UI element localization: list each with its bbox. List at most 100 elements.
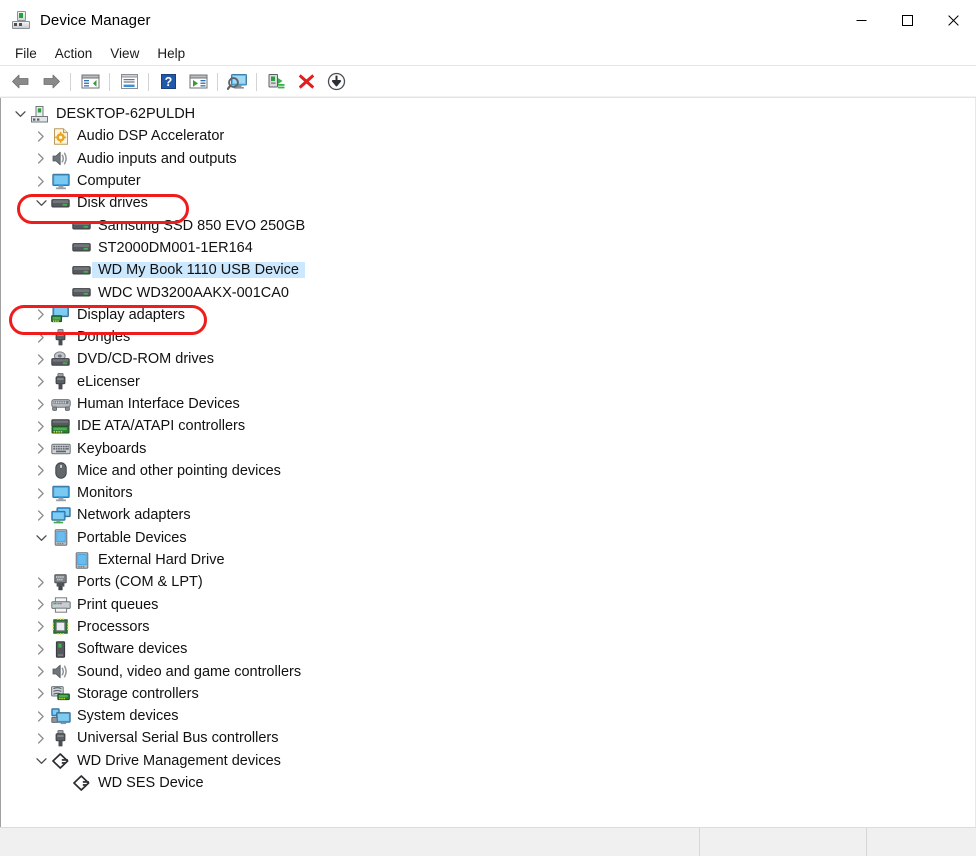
toolbar-separator-2 bbox=[109, 72, 110, 91]
chevron-right-icon[interactable] bbox=[32, 175, 50, 187]
speaker-icon bbox=[50, 150, 71, 167]
tree-item[interactable]: Display adapters bbox=[1, 304, 975, 326]
tree-item[interactable]: Universal Serial Bus controllers bbox=[1, 727, 975, 749]
disk-drive-icon bbox=[71, 241, 92, 254]
chevron-right-icon[interactable] bbox=[32, 666, 50, 677]
chevron-right-icon[interactable] bbox=[32, 398, 50, 410]
chevron-right-icon[interactable] bbox=[32, 711, 50, 722]
chevron-right-icon[interactable] bbox=[32, 599, 50, 610]
tree-item[interactable]: WD My Book 1110 USB Device bbox=[1, 259, 975, 281]
keyboard-icon bbox=[50, 443, 71, 455]
tree-item[interactable]: Keyboards bbox=[1, 437, 975, 459]
wd-device-icon bbox=[71, 775, 92, 791]
forward-button[interactable] bbox=[36, 69, 66, 95]
tree-item[interactable]: Human Interface Devices bbox=[1, 393, 975, 415]
tree-item-label: Disk drives bbox=[77, 195, 148, 212]
menu-help[interactable]: Help bbox=[148, 43, 194, 64]
tree-item[interactable]: eLicenser bbox=[1, 371, 975, 393]
tree-item-label: Monitors bbox=[77, 485, 133, 502]
disk-drive-icon bbox=[71, 264, 92, 277]
tree-item[interactable]: External Hard Drive bbox=[1, 549, 975, 571]
chevron-right-icon[interactable] bbox=[32, 510, 50, 521]
tree-item[interactable]: Software devices bbox=[1, 638, 975, 660]
menu-view[interactable]: View bbox=[101, 43, 148, 64]
tree-item[interactable]: Ports (COM & LPT) bbox=[1, 571, 975, 593]
tree-item-label: Print queues bbox=[77, 596, 159, 613]
show-hide-console-tree-button[interactable] bbox=[75, 69, 105, 95]
tree-item-label: Dongles bbox=[77, 329, 131, 346]
chevron-right-icon[interactable] bbox=[32, 621, 50, 633]
ide-controller-icon bbox=[50, 419, 71, 434]
tree-item[interactable]: DVD/CD-ROM drives bbox=[1, 348, 975, 370]
tree-item[interactable]: Audio DSP Accelerator bbox=[1, 125, 975, 147]
tree-item[interactable]: WD Drive Management devices bbox=[1, 750, 975, 772]
tree-item[interactable]: Portable Devices bbox=[1, 527, 975, 549]
tree-item-label: Audio DSP Accelerator bbox=[77, 128, 225, 145]
properties-button[interactable] bbox=[114, 69, 144, 95]
chevron-down-icon[interactable] bbox=[11, 110, 29, 118]
chevron-right-icon[interactable] bbox=[32, 309, 50, 320]
minimize-button[interactable] bbox=[838, 0, 884, 40]
close-button[interactable] bbox=[930, 0, 976, 40]
chevron-right-icon[interactable] bbox=[32, 465, 50, 477]
tree-item[interactable]: Disk drives bbox=[1, 192, 975, 214]
tree-item-label: IDE ATA/ATAPI controllers bbox=[77, 418, 246, 435]
processor-chip-icon bbox=[50, 618, 71, 636]
chevron-right-icon[interactable] bbox=[32, 354, 50, 365]
tree-item[interactable]: Storage controllers bbox=[1, 683, 975, 705]
tree-item[interactable]: Samsung SSD 850 EVO 250GB bbox=[1, 214, 975, 236]
tree-item-label: Keyboards bbox=[77, 440, 147, 457]
tree-item[interactable]: Sound, video and game controllers bbox=[1, 660, 975, 682]
tree-item[interactable]: IDE ATA/ATAPI controllers bbox=[1, 415, 975, 437]
tree-item[interactable]: Audio inputs and outputs bbox=[1, 148, 975, 170]
chevron-right-icon[interactable] bbox=[32, 421, 50, 432]
disable-device-button[interactable] bbox=[321, 69, 351, 95]
tree-item-label: Display adapters bbox=[77, 306, 185, 323]
chevron-down-icon[interactable] bbox=[32, 757, 50, 765]
tree-item[interactable]: Mice and other pointing devices bbox=[1, 460, 975, 482]
tree-item[interactable]: System devices bbox=[1, 705, 975, 727]
scan-for-hardware-changes-button[interactable] bbox=[222, 69, 252, 95]
tree-item-label: Portable Devices bbox=[77, 529, 187, 546]
chevron-right-icon[interactable] bbox=[32, 153, 50, 164]
optical-drive-icon bbox=[50, 351, 71, 367]
chevron-right-icon[interactable] bbox=[32, 131, 50, 142]
back-button[interactable] bbox=[6, 69, 36, 95]
tree-item[interactable]: WDC WD3200AAKX-001CA0 bbox=[1, 281, 975, 303]
tree-item[interactable]: ST2000DM001-1ER164 bbox=[1, 237, 975, 259]
tree-item[interactable]: Computer bbox=[1, 170, 975, 192]
disk-drive-icon bbox=[50, 197, 71, 210]
chevron-right-icon[interactable] bbox=[32, 376, 50, 387]
tree-item[interactable]: WD SES Device bbox=[1, 772, 975, 794]
uninstall-device-button[interactable] bbox=[291, 69, 321, 95]
chevron-right-icon[interactable] bbox=[32, 488, 50, 499]
tree-item[interactable]: Monitors bbox=[1, 482, 975, 504]
tree-item[interactable]: Processors bbox=[1, 616, 975, 638]
tree-item[interactable]: Dongles bbox=[1, 326, 975, 348]
chevron-right-icon[interactable] bbox=[32, 733, 50, 744]
chevron-down-icon[interactable] bbox=[32, 199, 50, 207]
tree-item-label: Audio inputs and outputs bbox=[77, 150, 237, 167]
scan-hardware-icon bbox=[226, 73, 248, 91]
status-bar bbox=[0, 827, 976, 856]
device-tree-pane: DESKTOP-62PULDH Audio DSP Accelerator Au… bbox=[0, 98, 976, 827]
tree-item[interactable]: Network adapters bbox=[1, 504, 975, 526]
tree-item[interactable]: DESKTOP-62PULDH bbox=[1, 103, 975, 125]
status-pane-main bbox=[0, 828, 700, 856]
chevron-right-icon[interactable] bbox=[32, 443, 50, 454]
update-driver-button[interactable] bbox=[183, 69, 213, 95]
chevron-down-icon[interactable] bbox=[32, 534, 50, 542]
tree-item[interactable]: Print queues bbox=[1, 594, 975, 616]
menu-file[interactable]: File bbox=[6, 43, 46, 64]
back-arrow-icon bbox=[11, 73, 31, 90]
help-button[interactable]: ? bbox=[153, 69, 183, 95]
chevron-right-icon[interactable] bbox=[32, 644, 50, 655]
maximize-button[interactable] bbox=[884, 0, 930, 40]
device-tree[interactable]: DESKTOP-62PULDH Audio DSP Accelerator Au… bbox=[1, 98, 975, 827]
chevron-right-icon[interactable] bbox=[32, 331, 50, 343]
enable-device-button[interactable] bbox=[261, 69, 291, 95]
menu-action[interactable]: Action bbox=[46, 43, 102, 64]
chevron-right-icon[interactable] bbox=[32, 577, 50, 588]
title-bar-left: Device Manager bbox=[0, 0, 838, 40]
chevron-right-icon[interactable] bbox=[32, 688, 50, 700]
